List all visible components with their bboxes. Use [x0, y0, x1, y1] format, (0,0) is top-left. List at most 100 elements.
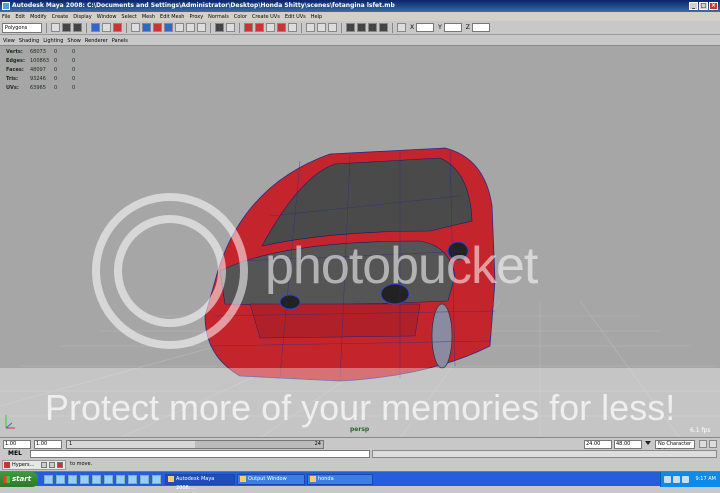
select-component-icon[interactable] [113, 23, 122, 32]
construction-history-icon[interactable] [328, 23, 337, 32]
menu-create-uvs[interactable]: Create UVs [252, 14, 280, 20]
menu-file[interactable]: File [2, 14, 10, 20]
command-line: MEL [0, 449, 720, 459]
panel-menu-panels[interactable]: Panels [112, 38, 128, 44]
taskbar-output-window[interactable]: Output Window [237, 474, 305, 485]
start-button[interactable]: start [0, 472, 38, 487]
start-time-field[interactable]: 1.00 [3, 440, 31, 449]
panel-menu-show[interactable]: Show [67, 38, 81, 44]
snap-view-plane-icon[interactable] [277, 23, 286, 32]
panel-menu-lighting[interactable]: Lighting [43, 38, 63, 44]
render-frame-icon[interactable] [357, 23, 366, 32]
save-scene-icon[interactable] [73, 23, 82, 32]
animation-prefs-icon[interactable] [709, 440, 717, 448]
quicklaunch-app-icon[interactable] [116, 475, 125, 484]
range-start-field[interactable]: 1.00 [34, 440, 62, 449]
taskbar-maya-label: Autodesk Maya 2008:... [176, 476, 215, 491]
close-icon[interactable] [57, 462, 63, 468]
lock-selection-icon[interactable] [215, 23, 224, 32]
quicklaunch-explorer-icon[interactable] [68, 475, 77, 484]
make-live-icon[interactable] [288, 23, 297, 32]
menu-create[interactable]: Create [52, 14, 69, 20]
select-object-icon[interactable] [102, 23, 111, 32]
quicklaunch-app-icon[interactable] [104, 475, 113, 484]
photobucket-logo-watermark [92, 193, 248, 349]
minimize-button[interactable]: _ [689, 2, 698, 10]
maximize-button[interactable]: □ [699, 2, 708, 10]
panel-menu-shading[interactable]: Shading [19, 38, 39, 44]
quicklaunch-desktop-icon[interactable] [56, 475, 65, 484]
output-ops-icon[interactable] [317, 23, 326, 32]
pick-surfaces-icon[interactable] [164, 23, 173, 32]
menu-help[interactable]: Help [311, 14, 322, 20]
panel-menu-bar: View Shading Lighting Show Renderer Pane… [0, 36, 720, 45]
pick-dynamics-icon[interactable] [186, 23, 195, 32]
maximize-icon[interactable] [49, 462, 55, 468]
watermark-brand: photobucket [265, 237, 538, 295]
menu-edit-uvs[interactable]: Edit UVs [285, 14, 306, 20]
mel-label[interactable]: MEL [8, 450, 22, 457]
coord-z-field[interactable] [471, 23, 490, 32]
panel-menu-renderer[interactable]: Renderer [85, 38, 108, 44]
coord-y-label: Y [438, 24, 442, 31]
highlight-selection-icon[interactable] [226, 23, 235, 32]
menu-modify[interactable]: Modify [30, 14, 47, 20]
menu-window[interactable]: Window [97, 14, 117, 20]
hypershade-minimized-window[interactable]: Hypers... [2, 460, 66, 470]
snap-curve-icon[interactable] [255, 23, 264, 32]
security-icon[interactable] [682, 476, 689, 483]
volume-icon[interactable] [673, 476, 680, 483]
new-scene-icon[interactable] [51, 23, 60, 32]
taskbar-honda-folder[interactable]: honda [307, 474, 373, 485]
animation-end-field[interactable]: 48.00 [614, 440, 642, 449]
divider [392, 22, 393, 33]
quicklaunch-media-icon[interactable] [80, 475, 89, 484]
perspective-viewport[interactable]: Verts: 68073 0 0 Edges: 100863 0 0 Faces: 48097… [0, 45, 720, 437]
menu-set-dropdown[interactable]: Polygons [2, 22, 42, 33]
input-ops-icon[interactable] [306, 23, 315, 32]
playback-end-field[interactable]: 24.00 [584, 440, 612, 449]
menu-proxy[interactable]: Proxy [189, 14, 203, 20]
coord-x-field[interactable] [416, 23, 435, 32]
menu-select[interactable]: Select [121, 14, 136, 20]
quicklaunch-app-icon[interactable] [128, 475, 137, 484]
menu-edit-mesh[interactable]: Edit Mesh [160, 14, 184, 20]
output-window-icon [240, 476, 246, 482]
clock[interactable]: 9:17 AM [695, 476, 716, 482]
render-settings-icon[interactable] [379, 23, 388, 32]
chevron-down-icon[interactable] [645, 441, 651, 445]
coord-z-label: Z [465, 24, 470, 31]
quicklaunch-app-icon[interactable] [140, 475, 149, 484]
key-icon[interactable] [699, 440, 707, 448]
menu-mesh[interactable]: Mesh [142, 14, 155, 20]
character-set-dropdown[interactable]: No Character Set [655, 440, 695, 454]
pick-deformations-icon[interactable] [175, 23, 184, 32]
quicklaunch-ie-icon[interactable] [44, 475, 53, 484]
menu-normals[interactable]: Normals [208, 14, 229, 20]
mel-input[interactable] [30, 450, 370, 458]
quicklaunch-app-icon[interactable] [92, 475, 101, 484]
pick-joints-icon[interactable] [142, 23, 151, 32]
menu-edit[interactable]: Edit [15, 14, 25, 20]
menu-color[interactable]: Color [234, 14, 247, 20]
range-slider[interactable]: 1 24 [66, 440, 324, 449]
render-view-icon[interactable] [346, 23, 355, 32]
snap-grid-icon[interactable] [244, 23, 253, 32]
close-button[interactable]: × [709, 2, 718, 10]
hud-row-tris: Tris: 93246 0 0 [6, 76, 76, 82]
select-hierarchy-icon[interactable] [91, 23, 100, 32]
input-line-menu-icon[interactable] [397, 23, 406, 32]
network-icon[interactable] [664, 476, 671, 483]
pick-rendering-icon[interactable] [197, 23, 206, 32]
quicklaunch-app-icon[interactable] [152, 475, 161, 484]
pick-handles-icon[interactable] [131, 23, 140, 32]
ipr-render-icon[interactable] [368, 23, 377, 32]
panel-menu-view[interactable]: View [3, 38, 15, 44]
snap-point-icon[interactable] [266, 23, 275, 32]
menu-display[interactable]: Display [73, 14, 91, 20]
coord-y-field[interactable] [443, 23, 462, 32]
open-scene-icon[interactable] [62, 23, 71, 32]
pick-curves-icon[interactable] [153, 23, 162, 32]
taskbar-maya[interactable]: Autodesk Maya 2008:... [165, 474, 235, 491]
restore-icon[interactable] [41, 462, 47, 468]
